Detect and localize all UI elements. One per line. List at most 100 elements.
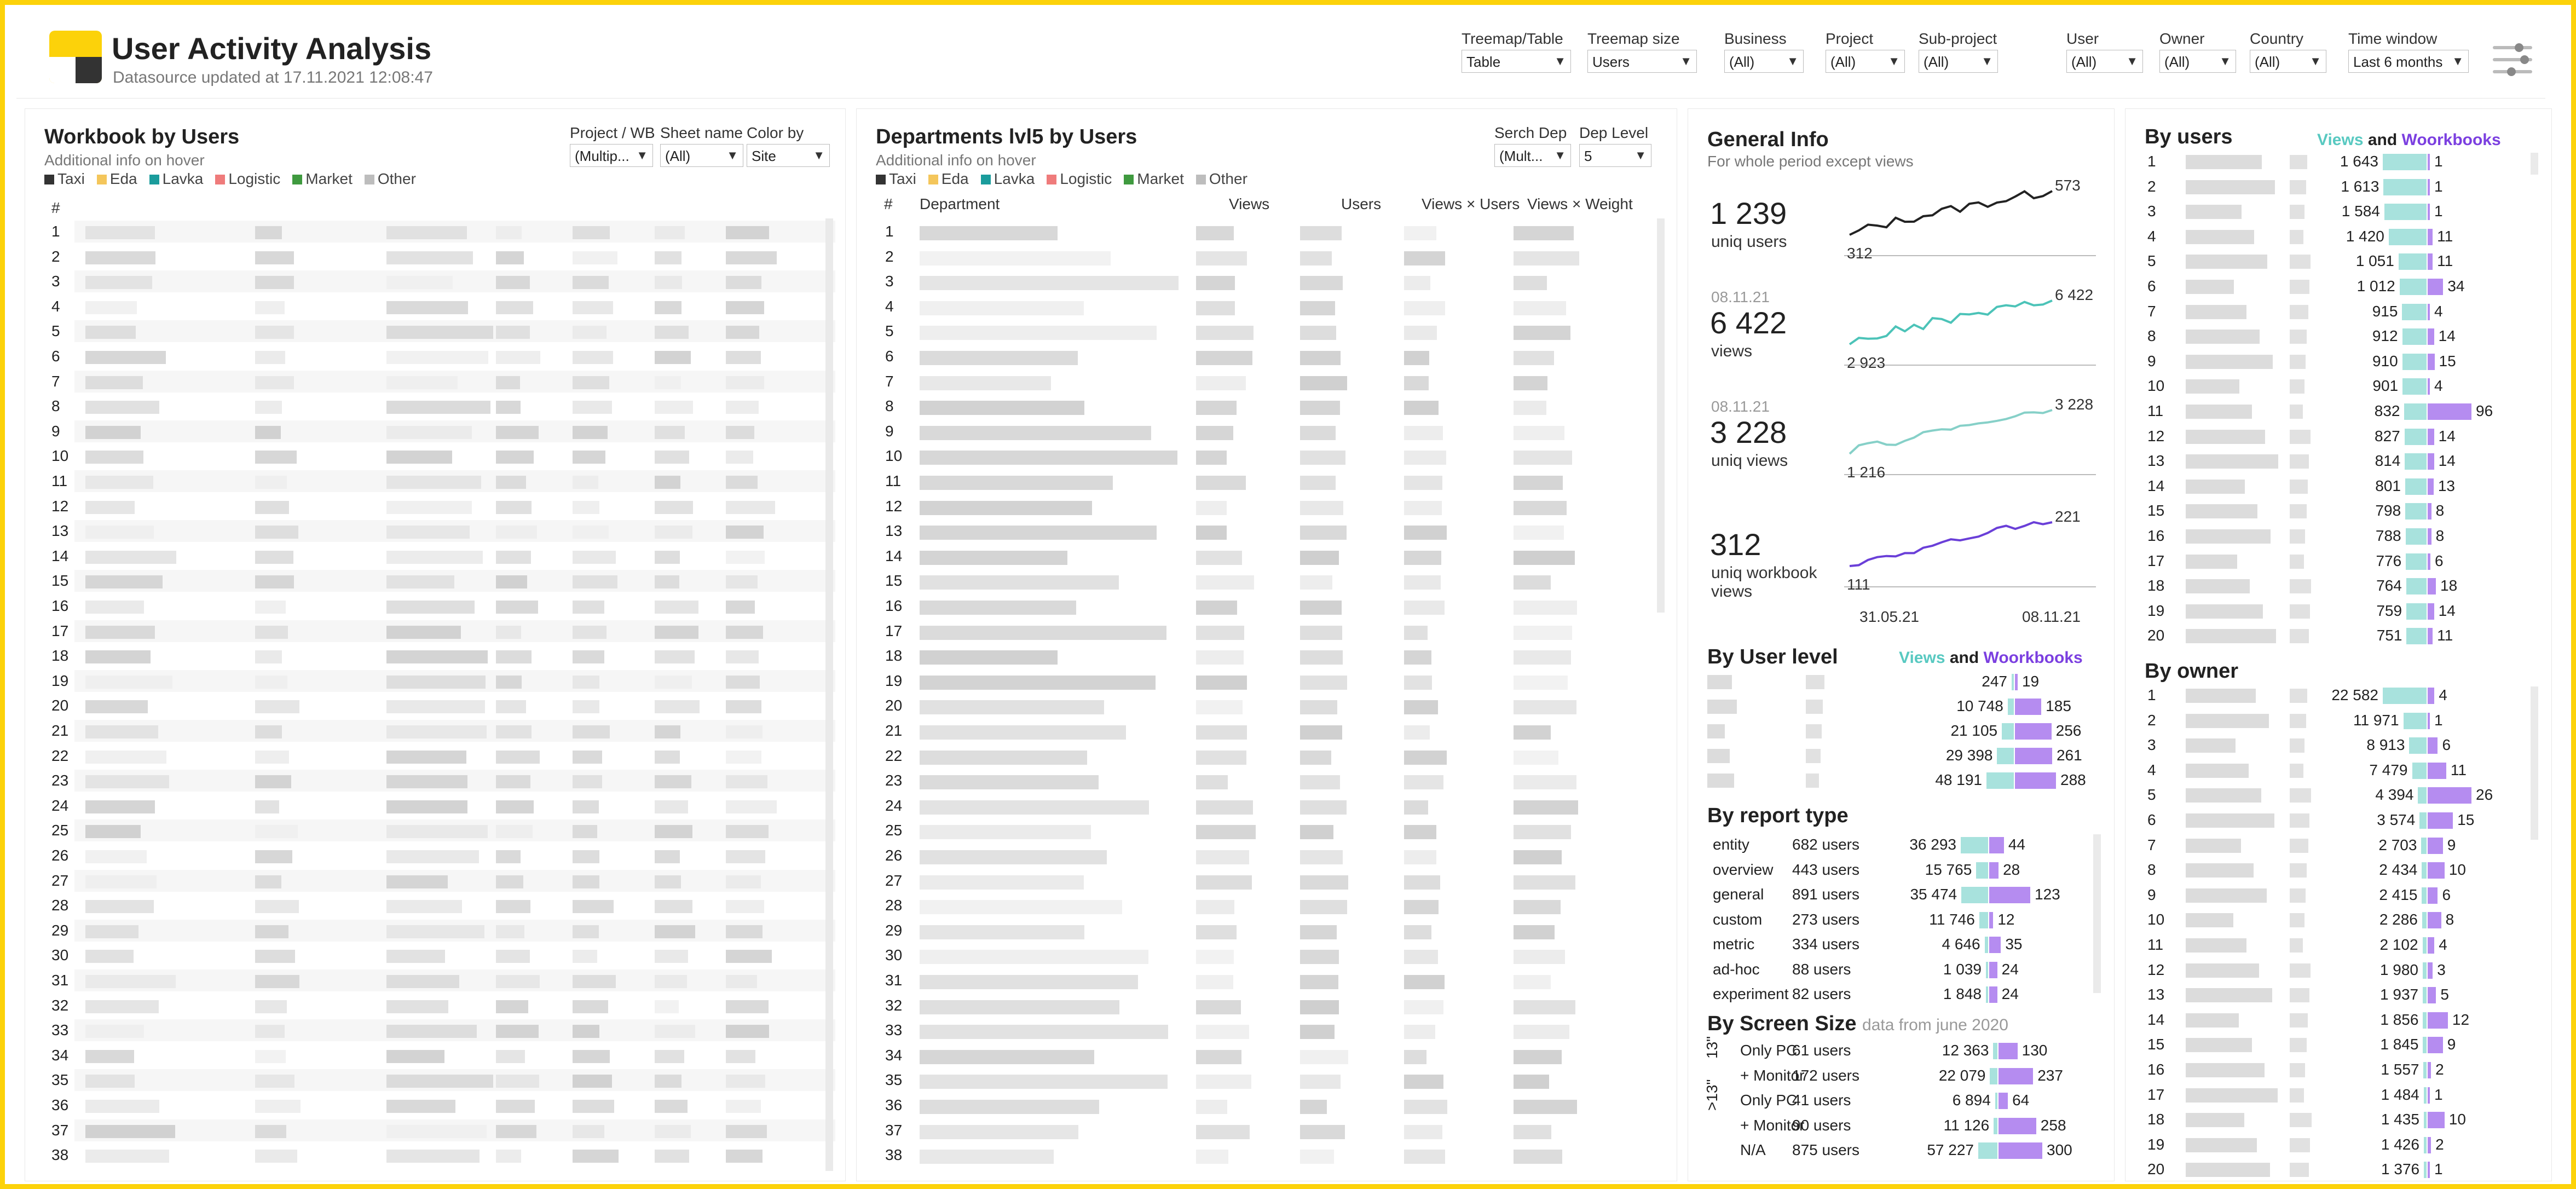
redacted-name: [2186, 379, 2239, 394]
redacted-cell: [655, 425, 685, 439]
views-bar: [2406, 628, 2427, 645]
redacted-cell: [255, 601, 286, 614]
redacted-cell: [255, 875, 281, 888]
redacted-name: [2290, 863, 2307, 878]
column-header-users[interactable]: Users: [1341, 195, 1381, 213]
row-number: 20: [885, 697, 903, 714]
redacted-cell: [1300, 326, 1336, 340]
legend-label: Market: [305, 170, 353, 187]
redacted-cell: [496, 351, 541, 364]
redacted-cell: [573, 850, 599, 863]
redacted-cell: [726, 575, 758, 589]
redacted-cell: [1196, 1049, 1242, 1064]
redacted-cell: [386, 1075, 493, 1088]
redacted-cell: [1300, 700, 1337, 715]
column-header-views[interactable]: Views: [1229, 195, 1269, 213]
filter-time-window-dropdown[interactable]: Last 6 months ▼: [2348, 50, 2469, 73]
departments-panel: Departments lvl5 by Users Additional inf…: [856, 108, 1677, 1181]
redacted-cell: [496, 875, 523, 888]
views-value: 10 748: [1956, 697, 2003, 714]
workbooks-bar: [2428, 603, 2434, 620]
filter-owner-dropdown[interactable]: (All) ▼: [2159, 50, 2236, 73]
redacted-cell: [573, 975, 616, 988]
redacted-cell: [1300, 675, 1348, 690]
redacted-cell: [1514, 326, 1570, 340]
settings-sliders-icon[interactable]: [2491, 38, 2534, 82]
redacted-cell: [85, 900, 154, 914]
redacted-cell: [1196, 775, 1228, 790]
workbooks-bar: [2428, 154, 2430, 170]
views-bar: [2423, 1037, 2427, 1054]
redacted-cell: [1300, 925, 1337, 939]
control-serch-dep-dropdown[interactable]: (Mult... ▼: [1494, 144, 1571, 167]
workbooks-bar: [2428, 962, 2433, 979]
row-stripe: [74, 270, 835, 293]
filter-user-dropdown[interactable]: (All) ▼: [2066, 50, 2143, 73]
redacted-cell: [1404, 376, 1429, 390]
redacted-cell: [1300, 301, 1335, 315]
filter-treemap-size-dropdown[interactable]: Users ▼: [1587, 50, 1697, 73]
redacted-cell: [386, 1049, 444, 1063]
views-value: 22 079: [1938, 1066, 1986, 1084]
vertical-scrollbar[interactable]: [1657, 218, 1665, 613]
redacted-cell: [726, 1049, 755, 1063]
control-dep-level-dropdown[interactable]: 5 ▼: [1579, 144, 1651, 167]
redacted-cell: [1300, 251, 1332, 265]
control-project-wb: Project / WB (Multip... ▼: [570, 124, 655, 167]
redacted-cell: [920, 1150, 1054, 1164]
column-header-views-weight[interactable]: Views × Weight: [1527, 195, 1633, 213]
column-header-department[interactable]: Department: [920, 195, 1000, 213]
views-bar: [2421, 837, 2427, 854]
control-project-wb-dropdown[interactable]: (Multip... ▼: [570, 144, 653, 167]
filter-project-dropdown[interactable]: (All) ▼: [1826, 50, 1905, 73]
vertical-scrollbar[interactable]: [2531, 686, 2538, 840]
row-label: 10: [2147, 377, 2165, 395]
redacted-cell: [726, 950, 772, 963]
vertical-scrollbar[interactable]: [2531, 153, 2538, 175]
redacted-cell: [255, 476, 287, 489]
sparkline-line: [1849, 409, 2053, 455]
workbooks-value: 13: [2438, 477, 2455, 494]
control-sheet-name-dropdown[interactable]: (All) ▼: [660, 144, 743, 167]
filter-treemap-table-dropdown[interactable]: Table ▼: [1462, 50, 1571, 73]
vertical-scrollbar[interactable]: [825, 218, 833, 1171]
redacted-cell: [255, 1000, 287, 1013]
workbooks-value: 1: [2434, 1086, 2443, 1103]
redacted-cell: [85, 850, 147, 863]
views-bar: [2423, 1136, 2427, 1153]
redacted-cell: [1404, 1124, 1443, 1139]
filter-business-dropdown[interactable]: (All) ▼: [1724, 50, 1804, 73]
workbooks-bar: [1989, 986, 1997, 1003]
workbooks-bar: [2428, 279, 2444, 295]
column-header-views-users[interactable]: Views × Users: [1422, 195, 1520, 213]
views-bar: [2406, 578, 2427, 595]
filter-label: Treemap size: [1587, 30, 1680, 47]
views-value: 35 474: [1910, 886, 1957, 903]
views-bar: [2388, 228, 2427, 245]
control-color-by-dropdown[interactable]: Site ▼: [747, 144, 830, 167]
filter-treemap-table: Treemap/Table Table ▼: [1462, 30, 1571, 73]
redacted-cell: [496, 476, 526, 489]
redacted-cell: [573, 601, 604, 614]
workbooks-bar: [2428, 1136, 2431, 1153]
redacted-cell: [1300, 1049, 1349, 1064]
redacted-cell: [1196, 1150, 1228, 1164]
views-bar: [2404, 403, 2427, 420]
redacted-cell: [386, 276, 453, 290]
workbooks-value: 1: [2434, 1161, 2443, 1178]
control-label: Serch Dep: [1494, 124, 1567, 141]
redacted-cell: [496, 376, 521, 389]
filter-sub-project-dropdown[interactable]: (All) ▼: [1919, 50, 1998, 73]
row-number: 33: [885, 1021, 903, 1039]
filter-country-dropdown[interactable]: (All) ▼: [2250, 50, 2326, 73]
redacted-cell: [496, 750, 540, 764]
chevron-down-icon: ▼: [2126, 54, 2138, 68]
column-header-[interactable]: #: [884, 195, 893, 213]
row-users: 172 users: [1792, 1066, 1859, 1084]
views-value: 1 039: [1943, 960, 1982, 978]
redacted-cell: [386, 425, 472, 439]
redacted-cell: [1196, 326, 1254, 340]
redacted-cell: [1404, 451, 1447, 465]
vertical-scrollbar[interactable]: [2093, 834, 2101, 993]
redacted-cell: [386, 251, 473, 264]
